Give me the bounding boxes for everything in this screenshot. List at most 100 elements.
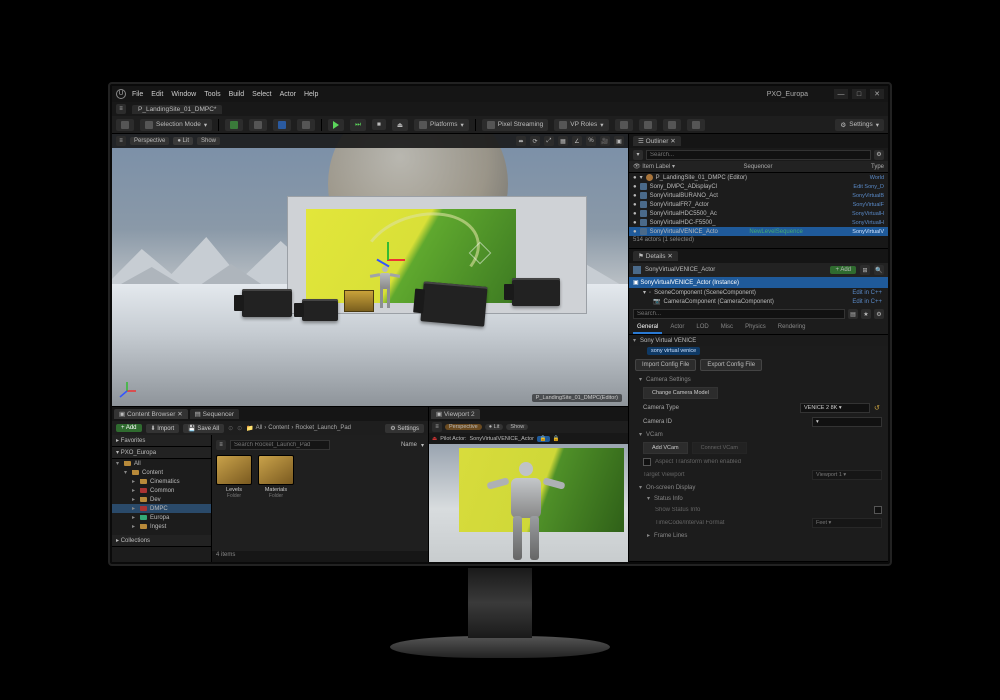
component-row[interactable]: 📷 CameraComponent (CameraComponent) Edit… <box>629 297 888 306</box>
camera-settings-section[interactable]: ▾Camera Settings <box>629 374 888 385</box>
breadcrumb-item[interactable]: All <box>256 425 263 431</box>
import-button[interactable]: ⬇ Import <box>146 424 180 433</box>
show-dropdown[interactable]: Show <box>506 424 528 430</box>
breadcrumb-item[interactable]: Rocket_Launch_Pad <box>295 425 351 431</box>
save-button[interactable] <box>116 119 134 131</box>
eye-icon[interactable]: ● <box>633 184 637 190</box>
skip-button[interactable]: ⏭ <box>350 119 366 131</box>
extra-tool-4[interactable] <box>687 119 705 131</box>
menu-tools[interactable]: Tools <box>204 91 220 98</box>
add-asset-button[interactable]: + Add <box>116 424 142 432</box>
outliner-row[interactable]: ●SonyVirtualHDC-F5500_SonyVirtualH <box>629 218 888 227</box>
outliner-row[interactable]: ●▾P_LandingSite_01_DMPC (Editor)World <box>629 173 888 182</box>
add-vcam-button[interactable]: Add VCam <box>643 442 688 454</box>
camera-type-dropdown[interactable]: VENICE 2 8K ▾ <box>800 403 870 413</box>
eye-icon[interactable]: ● <box>633 202 637 208</box>
vcam-section[interactable]: ▾VCam <box>629 429 888 440</box>
folder-tree-item[interactable]: ▾All <box>112 459 211 468</box>
blueprints-button[interactable] <box>273 119 291 131</box>
menu-actor[interactable]: Actor <box>280 91 296 98</box>
reset-icon[interactable]: ↺ <box>874 404 882 412</box>
menu-build[interactable]: Build <box>229 91 245 98</box>
instance-row[interactable]: ▣ SonyVirtualVENICE_Actor (Instance) <box>629 277 888 288</box>
timecode-dropdown[interactable]: Feet ▾ <box>812 518 882 528</box>
collections-header[interactable]: ▸ Collections <box>112 535 211 547</box>
extra-tool-1[interactable] <box>615 119 633 131</box>
lock-icon[interactable]: 🔒 <box>553 436 560 442</box>
eject-pilot-icon[interactable]: ⏏ <box>432 436 437 442</box>
eye-icon[interactable]: ● <box>633 175 637 181</box>
tab-sequencer[interactable]: ▤ Sequencer <box>190 409 239 419</box>
browse-icon[interactable]: 🔍 <box>874 265 884 275</box>
aspect-checkbox[interactable] <box>643 458 651 466</box>
tab-outliner[interactable]: ☰ Outliner ✕ <box>633 136 681 146</box>
camera-id-dropdown[interactable]: ▾ <box>812 417 882 427</box>
main-viewport[interactable]: ≡ Perspective ● Lit Show ⬌ ⟳ ⤢ ▦ ∠ % 🎥 ▣ <box>112 134 628 406</box>
outliner-row[interactable]: ●SonyVirtualBURANO_ActSonyVirtualB <box>629 191 888 200</box>
outliner-row[interactable]: ●Sony_DMPC_ADisplayClEdit Sony_D <box>629 182 888 191</box>
details-settings-icon[interactable]: ⚙ <box>874 309 884 319</box>
menu-help[interactable]: Help <box>304 91 318 98</box>
cinematics-button[interactable] <box>297 119 315 131</box>
viewport-canvas[interactable]: P_LandingSite_01_DMPC(Editor) <box>112 134 628 406</box>
show-status-checkbox[interactable] <box>874 506 882 514</box>
add-content-button[interactable] <box>225 119 243 131</box>
menu-window[interactable]: Window <box>171 91 196 98</box>
outliner-row[interactable]: ●SonyVirtualFR7_ActorSonyVirtualF <box>629 200 888 209</box>
asset-search-input[interactable] <box>230 440 330 450</box>
snap-grid-icon[interactable]: ▦ <box>558 136 568 146</box>
col-label[interactable]: 👁 Item Label ▾ <box>633 163 675 170</box>
outliner-row[interactable]: ●SonyVirtualHDC5500_AcSonyVirtualH <box>629 209 888 218</box>
sidebar-toggle-icon[interactable]: ≡ <box>116 104 126 114</box>
breadcrumb-item[interactable]: Content <box>268 425 289 431</box>
gizmo-translate-icon[interactable]: ⬌ <box>516 136 526 146</box>
gizmo-rotate-icon[interactable]: ⟳ <box>530 136 540 146</box>
eye-icon[interactable]: ● <box>633 193 637 199</box>
snap-angle-icon[interactable]: ∠ <box>572 136 582 146</box>
lock-icon-blue[interactable]: 🔒 <box>537 436 550 442</box>
marketplace-button[interactable] <box>249 119 267 131</box>
vp-roles-button[interactable]: VP Roles▾ <box>554 119 608 131</box>
platforms-button[interactable]: Platforms▾ <box>414 119 469 131</box>
gizmo-scale-icon[interactable]: ⤢ <box>544 136 554 146</box>
col-type[interactable]: Type <box>871 164 884 170</box>
tab-details[interactable]: ⚑ Details ✕ <box>633 251 678 261</box>
asset-item[interactable]: LevelsFolder <box>216 455 252 499</box>
eye-icon[interactable]: ● <box>633 229 637 235</box>
tab-general[interactable]: General <box>633 322 662 334</box>
col-sequencer[interactable]: Sequencer <box>743 164 772 170</box>
snap-scale-icon[interactable]: % <box>586 136 596 146</box>
filter-icon[interactable]: ▾ <box>633 150 643 160</box>
show-dropdown[interactable]: Show <box>197 137 220 145</box>
favorites-header[interactable]: ▸ Favorites <box>112 435 211 447</box>
lit-dropdown[interactable]: ● Lit <box>173 137 193 145</box>
lit-dropdown[interactable]: ● Lit <box>485 424 504 430</box>
project-root-header[interactable]: ▾ PXO_Europa <box>112 447 211 459</box>
tab-viewport2[interactable]: ▣ Viewport 2 <box>431 409 480 419</box>
viewport-maximize-icon[interactable]: ▣ <box>614 136 624 146</box>
tab-rendering[interactable]: Rendering <box>774 322 810 334</box>
filter-icon[interactable]: ≡ <box>216 440 226 450</box>
stop-button[interactable]: ■ <box>372 119 386 130</box>
camera-speed-icon[interactable]: 🎥 <box>600 136 610 146</box>
level-tab[interactable]: P_LandingSite_01_DMPC* <box>132 105 222 114</box>
gizmo-y-axis[interactable] <box>387 242 389 260</box>
minimize-button[interactable]: — <box>834 89 848 99</box>
viewport2-options-icon[interactable]: ≡ <box>432 422 442 432</box>
outliner-row[interactable]: ●SonyVirtualVENICE_ActoNewLevelSequenceS… <box>629 227 888 236</box>
status-info-section[interactable]: ▾Status Info <box>629 493 888 504</box>
frame-lines-section[interactable]: ▸Frame Lines <box>629 530 888 541</box>
details-search-input[interactable] <box>633 309 845 319</box>
tab-lod[interactable]: LOD <box>692 322 712 334</box>
menu-edit[interactable]: Edit <box>151 91 163 98</box>
close-button[interactable]: ✕ <box>870 89 884 99</box>
menu-file[interactable]: File <box>132 91 143 98</box>
eye-icon[interactable]: ● <box>633 220 637 226</box>
sort-label[interactable]: Name <box>401 442 417 448</box>
tab-misc[interactable]: Misc <box>717 322 737 334</box>
folder-tree-item[interactable]: ▸Common <box>112 486 211 495</box>
perspective-dropdown[interactable]: Perspective <box>445 424 482 430</box>
target-viewport-dropdown[interactable]: Viewport 1 ▾ <box>812 470 882 480</box>
extra-tool-3[interactable] <box>663 119 681 131</box>
play-button[interactable] <box>328 119 344 131</box>
